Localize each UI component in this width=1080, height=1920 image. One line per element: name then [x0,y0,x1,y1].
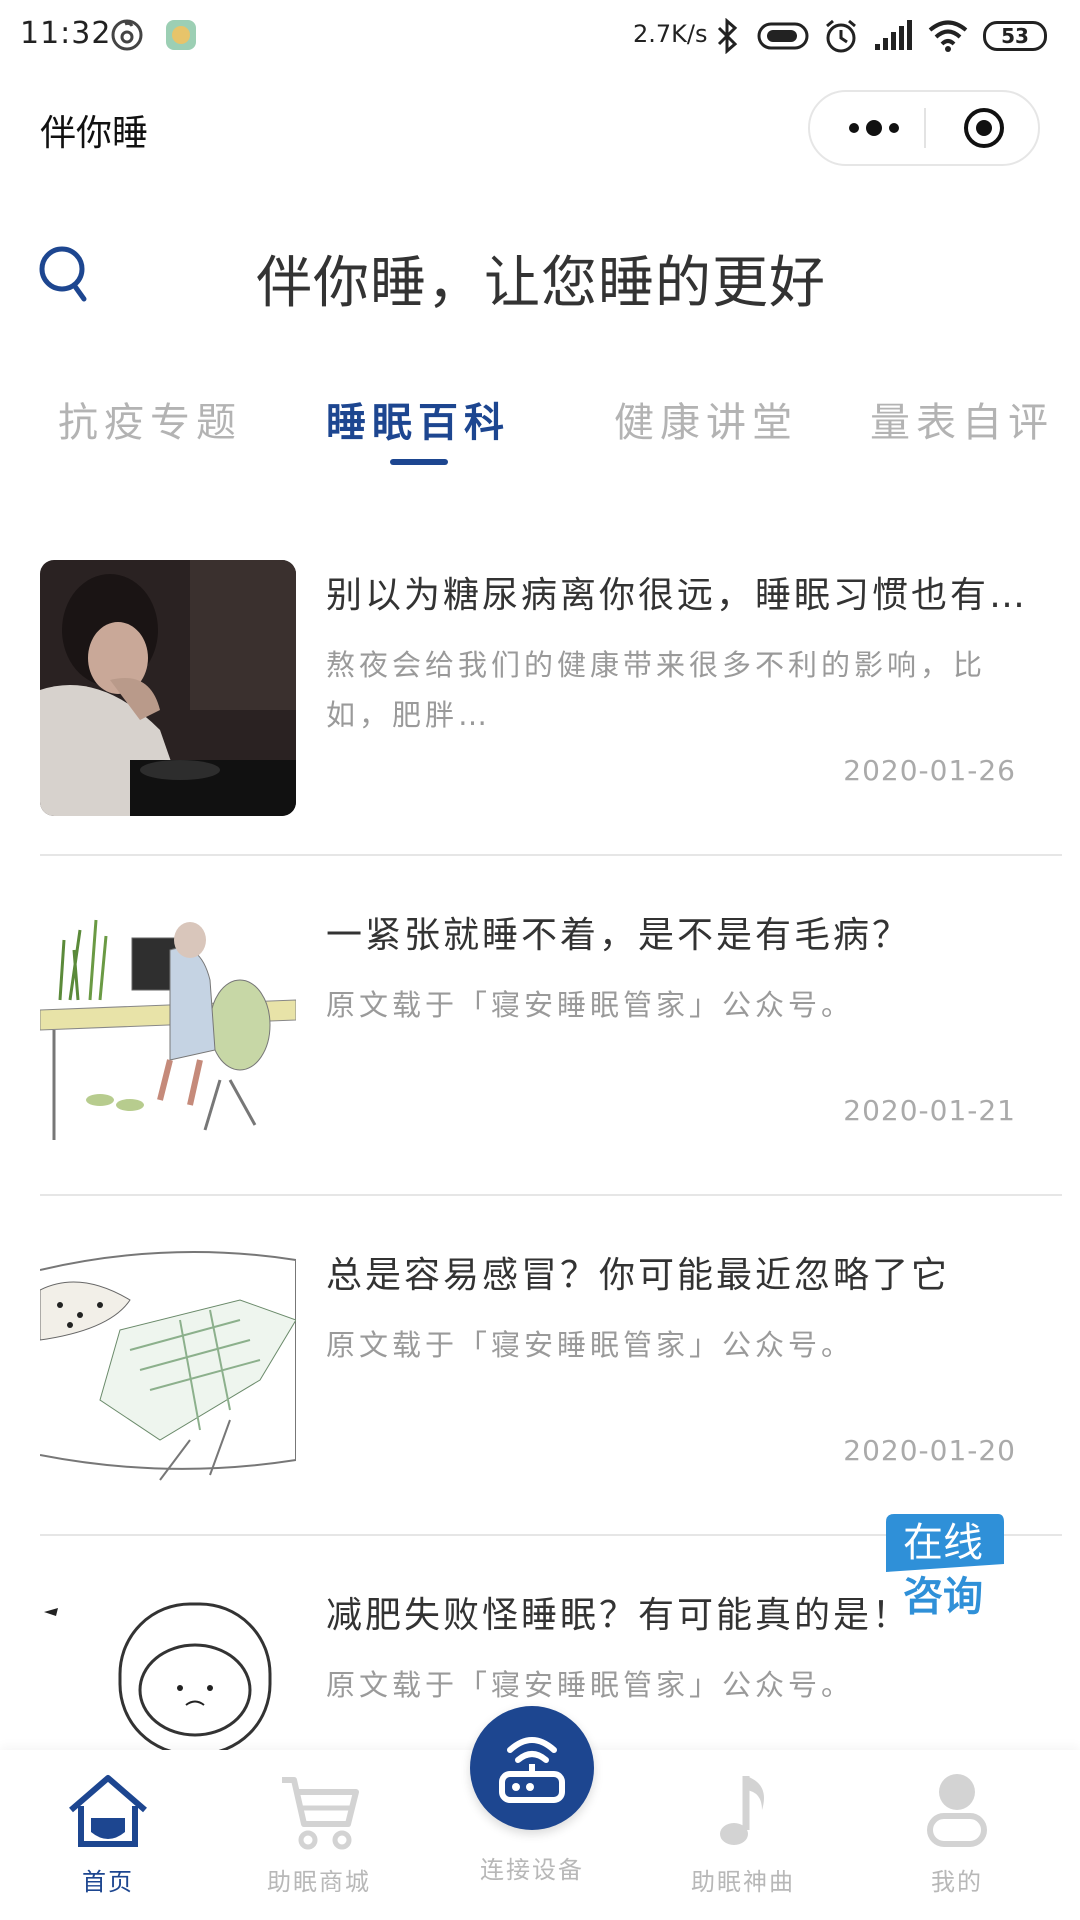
tabbar-item-home[interactable]: 首页 [33,1770,183,1910]
consult-line1: 在线 [903,1520,983,1566]
article-thumbnail [40,900,296,1156]
home-icon [69,1775,147,1847]
tabbar-item-shop[interactable]: 助眠商城 [244,1770,394,1910]
status-bar: 11:32 2.7K/s 53 [0,0,1080,72]
router-icon [499,1737,565,1803]
status-network-speed: 2.7K/s [633,20,708,48]
article-title: 总是容易感冒？你可能最近忽略了它 [326,1255,951,1296]
online-consult-button[interactable]: 在线 咨询 [880,1512,1006,1624]
cart-icon [282,1777,359,1850]
alarm-icon [826,19,856,53]
article-title: 一紧张就睡不着，是不是有毛病？ [326,915,912,956]
tabbar-label: 我的 [931,1868,983,1896]
list-divider [40,1194,1062,1196]
consult-line2: 咨询 [903,1574,983,1620]
article-summary: 原文载于「寝安睡眠管家」公众号。 [326,988,855,1022]
article-summary: 原文载于「寝安睡眠管家」公众号。 [326,1668,855,1702]
active-tab-indicator [390,459,448,465]
list-divider [40,854,1062,856]
article-thumbnail [40,560,296,816]
article-summary: 原文载于「寝安睡眠管家」公众号。 [326,1328,855,1362]
category-tabs: 抗疫专题 睡眠百科 健康讲堂 量表自评 [0,390,1080,470]
tabbar-item-mine[interactable]: 我的 [882,1770,1032,1910]
capsule-divider [924,108,926,148]
close-target-icon[interactable] [962,106,1006,150]
tabbar-label: 首页 [82,1868,134,1896]
article-thumbnail [40,1240,296,1496]
signal-icon [875,20,912,50]
tab-health-lecture[interactable]: 健康讲堂 [614,390,798,448]
slogan-heading: 伴你睡，让您睡的更好 [256,251,826,316]
page-title: 伴你睡 [40,113,149,154]
user-icon [927,1774,987,1847]
article-summary: 熬夜会给我们的健康带来很多不利的影响，比如，肥胖… [326,648,987,732]
tab-epidemic-topic[interactable]: 抗疫专题 [58,390,242,448]
article-item[interactable]: 别以为糖尿病离你很远，睡眠习惯也有… 熬夜会给我们的健康带来很多不利的影响，比如… [40,540,1062,880]
app-notification-icon [166,20,196,50]
article-thumbnail [40,1580,296,1770]
tabbar-label: 助眠商城 [267,1868,371,1896]
mini-program-capsule [808,90,1040,166]
article-date: 2020-01-26 [843,754,1016,787]
netease-music-icon [111,19,143,51]
tab-self-assessment[interactable]: 量表自评 [870,390,1054,448]
article-date: 2020-01-20 [843,1434,1016,1467]
status-icons: 53 [713,14,1047,58]
tabbar-label: 助眠神曲 [691,1868,795,1896]
article-item[interactable]: 总是容易感冒？你可能最近忽略了它 原文载于「寝安睡眠管家」公众号。 2020-0… [40,1220,1062,1560]
more-dots-icon[interactable] [844,116,904,140]
vibrate-icon [757,22,809,50]
music-note-icon [720,1776,764,1845]
wifi-icon [928,20,968,52]
tabbar-item-music[interactable]: 助眠神曲 [668,1770,818,1910]
article-item[interactable]: 一紧张就睡不着，是不是有毛病？ 原文载于「寝安睡眠管家」公众号。 2020-01… [40,880,1062,1220]
article-date: 2020-01-21 [843,1094,1016,1127]
tab-sleep-encyclopedia[interactable]: 睡眠百科 [326,390,510,448]
connect-device-button[interactable] [470,1706,594,1830]
article-title: 别以为糖尿病离你很远，睡眠习惯也有… [326,575,1029,616]
search-icon[interactable] [38,243,90,303]
battery-icon: 53 [983,21,1047,51]
bluetooth-icon [717,18,738,54]
connect-device-label: 连接设备 [480,1856,584,1884]
status-time: 11:32 [20,16,112,51]
